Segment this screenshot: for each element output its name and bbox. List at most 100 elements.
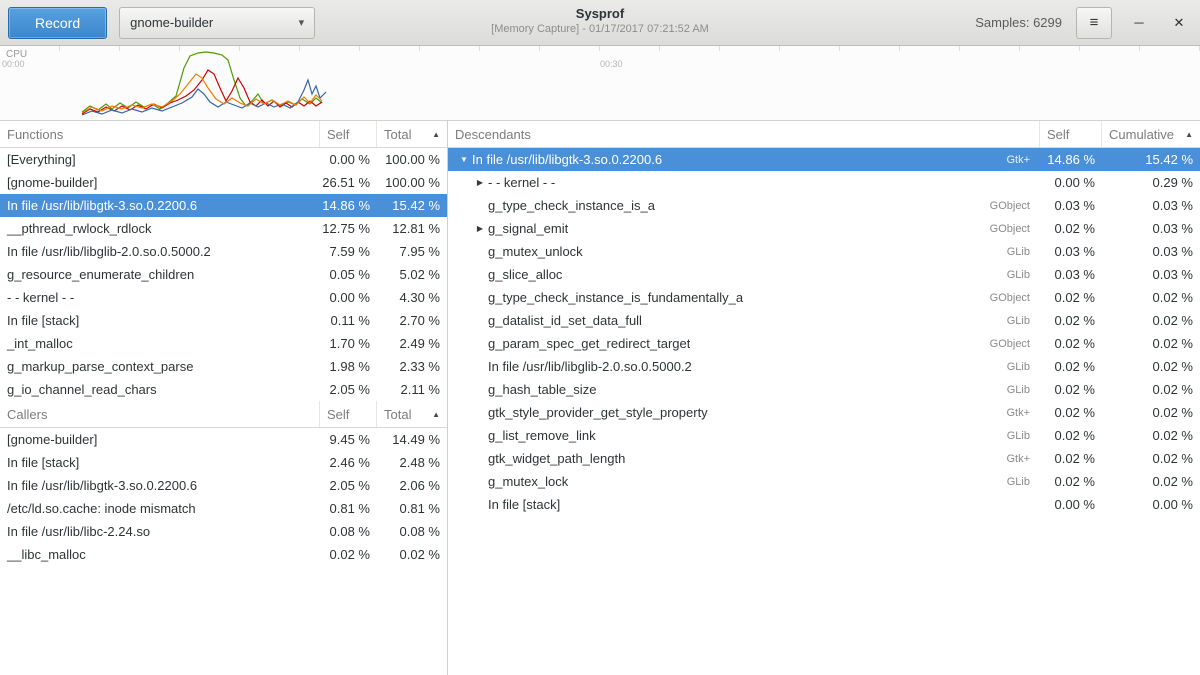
function-name: __libc_malloc [0, 547, 320, 562]
self-percent: 14.86 % [1040, 152, 1102, 167]
descendants-row[interactable]: g_list_remove_linkGLib0.02 %0.02 % [448, 424, 1200, 447]
function-name: In file /usr/lib/libglib-2.0.so.0.5000.2 [488, 359, 692, 374]
callers-total-column[interactable]: Total ▲ [377, 401, 447, 427]
functions-total-column[interactable]: Total ▲ [377, 121, 447, 147]
function-name: In file [stack] [0, 313, 320, 328]
hamburger-menu-button[interactable]: ≡ [1076, 7, 1112, 39]
cumulative-percent: 0.02 % [1102, 359, 1200, 374]
total-percent: 2.49 % [377, 336, 447, 351]
function-name: g_param_spec_get_redirect_target [488, 336, 690, 351]
expander-icon[interactable]: ▼ [456, 155, 472, 164]
function-name: g_io_channel_read_chars [0, 382, 320, 397]
descendants-self-column[interactable]: Self [1040, 121, 1102, 147]
callers-row[interactable]: __libc_malloc0.02 %0.02 % [0, 543, 447, 566]
descendants-title-column[interactable]: Descendants [448, 121, 1040, 147]
expander-icon[interactable]: ▶ [472, 224, 488, 233]
self-percent: 26.51 % [320, 175, 377, 190]
function-name: [Everything] [0, 152, 320, 167]
self-percent: 0.02 % [1040, 382, 1102, 397]
functions-row[interactable]: g_resource_enumerate_children0.05 %5.02 … [0, 263, 447, 286]
callers-row[interactable]: [gnome-builder]9.45 %14.49 % [0, 428, 447, 451]
self-percent: 0.02 % [1040, 359, 1102, 374]
callers-row[interactable]: In file [stack]2.46 %2.48 % [0, 451, 447, 474]
total-percent: 2.11 % [377, 382, 447, 397]
descendants-row[interactable]: In file [stack]0.00 %0.00 % [448, 493, 1200, 516]
functions-row[interactable]: [Everything]0.00 %100.00 % [0, 148, 447, 171]
descendants-row[interactable]: g_datalist_id_set_data_fullGLib0.02 %0.0… [448, 309, 1200, 332]
cumulative-percent: 0.02 % [1102, 336, 1200, 351]
descendants-row[interactable]: ▼In file /usr/lib/libgtk-3.so.0.2200.6Gt… [448, 148, 1200, 171]
left-pane: Functions Self Total ▲ [Everything]0.00 … [0, 121, 448, 675]
callers-row[interactable]: In file /usr/lib/libc-2.24.so0.08 %0.08 … [0, 520, 447, 543]
function-name: - - kernel - - [488, 175, 555, 190]
minimize-button[interactable]: ─ [1126, 10, 1152, 36]
function-name: /etc/ld.so.cache: inode mismatch [0, 501, 320, 516]
functions-self-column[interactable]: Self [320, 121, 377, 147]
callers-self-column[interactable]: Self [320, 401, 377, 427]
library-badge: GLib [999, 269, 1040, 281]
callers-row[interactable]: In file /usr/lib/libgtk-3.so.0.2200.62.0… [0, 474, 447, 497]
callers-title-column[interactable]: Callers [0, 401, 320, 427]
library-badge: Gtk+ [998, 407, 1040, 419]
descendants-pane: Descendants Self Cumulative ▲ ▼In file /… [448, 121, 1200, 675]
self-percent: 0.02 % [320, 547, 377, 562]
self-percent: 7.59 % [320, 244, 377, 259]
close-button[interactable]: ✕ [1166, 10, 1192, 36]
total-percent: 15.42 % [377, 198, 447, 213]
cumulative-percent: 0.02 % [1102, 290, 1200, 305]
self-percent: 0.00 % [1040, 175, 1102, 190]
callers-table: Callers Self Total ▲ [gnome-builder]9.45… [0, 401, 447, 566]
functions-row[interactable]: In file /usr/lib/libgtk-3.so.0.2200.614.… [0, 194, 447, 217]
function-name: g_mutex_unlock [488, 244, 583, 259]
callers-row[interactable]: /etc/ld.so.cache: inode mismatch0.81 %0.… [0, 497, 447, 520]
function-name: g_resource_enumerate_children [0, 267, 320, 282]
functions-row[interactable]: - - kernel - -0.00 %4.30 % [0, 286, 447, 309]
descendants-row[interactable]: g_hash_table_sizeGLib0.02 %0.02 % [448, 378, 1200, 401]
functions-row[interactable]: In file /usr/lib/libglib-2.0.so.0.5000.2… [0, 240, 447, 263]
functions-body: [Everything]0.00 %100.00 %[gnome-builder… [0, 148, 447, 401]
self-percent: 0.02 % [1040, 336, 1102, 351]
functions-row[interactable]: In file [stack]0.11 %2.70 % [0, 309, 447, 332]
self-percent: 0.05 % [320, 267, 377, 282]
cpu-graph[interactable]: CPU 00:00 00:30 [0, 46, 1200, 121]
header-bar: Record gnome-builder ▾ Sysprof [Memory C… [0, 0, 1200, 46]
function-name: In file /usr/lib/libgtk-3.so.0.2200.6 [0, 198, 320, 213]
self-percent: 0.02 % [1040, 405, 1102, 420]
time-label-start: 00:00 [2, 59, 25, 69]
descendants-row[interactable]: In file /usr/lib/libglib-2.0.so.0.5000.2… [448, 355, 1200, 378]
cumulative-percent: 0.02 % [1102, 313, 1200, 328]
record-button[interactable]: Record [8, 7, 107, 39]
functions-row[interactable]: [gnome-builder]26.51 %100.00 % [0, 171, 447, 194]
descendants-row[interactable]: g_mutex_lockGLib0.02 %0.02 % [448, 470, 1200, 493]
self-percent: 0.03 % [1040, 244, 1102, 259]
expander-icon[interactable]: ▶ [472, 178, 488, 187]
function-name: In file [stack] [488, 497, 560, 512]
functions-row[interactable]: _int_malloc1.70 %2.49 % [0, 332, 447, 355]
descendants-row[interactable]: g_type_check_instance_is_aGObject0.03 %0… [448, 194, 1200, 217]
cumulative-percent: 0.02 % [1102, 428, 1200, 443]
library-badge: GLib [999, 361, 1040, 373]
descendants-row[interactable]: ▶- - kernel - -0.00 %0.29 % [448, 171, 1200, 194]
self-percent: 0.03 % [1040, 198, 1102, 213]
descendants-cumulative-column[interactable]: Cumulative ▲ [1102, 121, 1200, 147]
process-selector[interactable]: gnome-builder ▾ [119, 7, 315, 39]
descendants-row[interactable]: g_type_check_instance_is_fundamentally_a… [448, 286, 1200, 309]
self-percent: 0.02 % [1040, 474, 1102, 489]
function-name: gtk_widget_path_length [488, 451, 625, 466]
descendants-row[interactable]: g_mutex_unlockGLib0.03 %0.03 % [448, 240, 1200, 263]
descendants-row[interactable]: g_slice_allocGLib0.03 %0.03 % [448, 263, 1200, 286]
cumulative-percent: 0.02 % [1102, 451, 1200, 466]
cumulative-percent: 0.00 % [1102, 497, 1200, 512]
descendants-row[interactable]: g_param_spec_get_redirect_targetGObject0… [448, 332, 1200, 355]
descendants-row[interactable]: gtk_style_provider_get_style_propertyGtk… [448, 401, 1200, 424]
functions-row[interactable]: __pthread_rwlock_rdlock12.75 %12.81 % [0, 217, 447, 240]
sort-arrow-icon: ▲ [432, 410, 440, 419]
functions-row[interactable]: g_markup_parse_context_parse1.98 %2.33 % [0, 355, 447, 378]
functions-row[interactable]: g_io_channel_read_chars2.05 %2.11 % [0, 378, 447, 401]
descendants-row[interactable]: ▶g_signal_emitGObject0.02 %0.03 % [448, 217, 1200, 240]
library-badge: GLib [999, 246, 1040, 258]
functions-title-column[interactable]: Functions [0, 121, 320, 147]
function-name: _int_malloc [0, 336, 320, 351]
function-name: g_type_check_instance_is_a [488, 198, 655, 213]
descendants-row[interactable]: gtk_widget_path_lengthGtk+0.02 %0.02 % [448, 447, 1200, 470]
